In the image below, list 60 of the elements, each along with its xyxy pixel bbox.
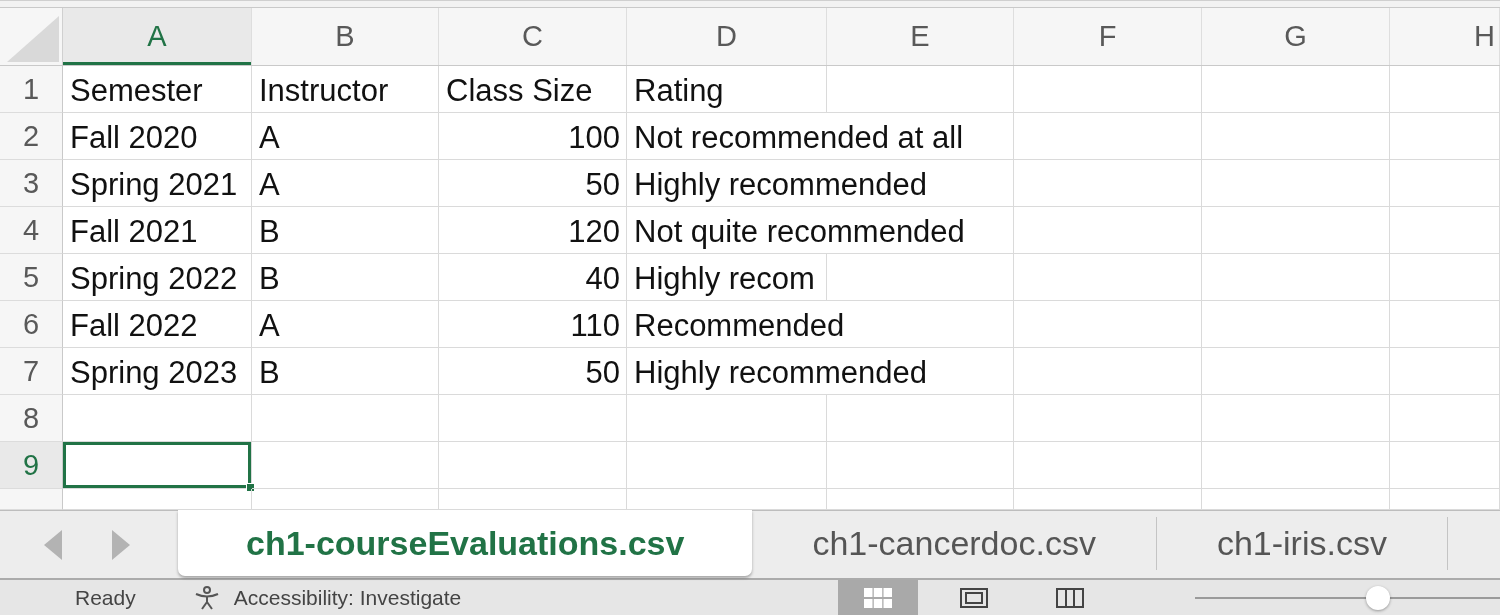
table-cell: Highly recommended [627, 348, 1014, 395]
table-cell: 120 [439, 207, 627, 254]
table-cell: B [252, 254, 439, 301]
row-header[interactable]: 6 [0, 301, 63, 348]
page-icon [960, 587, 988, 608]
slider-thumb[interactable] [1366, 585, 1390, 610]
sheet-tab[interactable]: ch1-iris.csv [1156, 517, 1448, 570]
table-cell: Spring 2021 [63, 160, 252, 207]
table-cell: 110 [439, 301, 627, 348]
table-cell: Not quite recommended [627, 207, 1014, 254]
table-cell: 50 [439, 348, 627, 395]
table-cell: Highly recom [627, 254, 827, 301]
table-cell: B [252, 348, 439, 395]
column-header[interactable]: A [63, 8, 252, 65]
table-cell: Instructor [252, 66, 439, 113]
table-cell: Spring 2023 [63, 348, 252, 395]
table-cell: A [252, 160, 439, 207]
column-header[interactable]: G [1202, 8, 1390, 65]
status-text: Ready [75, 585, 136, 610]
column-header[interactable]: D [627, 8, 827, 65]
table-cell: Rating [627, 66, 827, 113]
fill-handle[interactable] [246, 483, 255, 492]
row-header[interactable] [0, 489, 63, 510]
table-cell: Spring 2022 [63, 254, 252, 301]
table-cell: Recommended [627, 301, 1014, 348]
accessibility-button[interactable]: Accessibility: Investigate [193, 585, 462, 610]
table-cell: Class Size [439, 66, 627, 113]
table-cell: Fall 2020 [63, 113, 252, 160]
column-header[interactable]: C [439, 8, 627, 65]
column-header[interactable]: B [252, 8, 439, 65]
table-cell: Semester [63, 66, 252, 113]
table-cell: 50 [439, 160, 627, 207]
active-cell[interactable] [63, 442, 252, 489]
triangle-icon[interactable] [7, 16, 59, 62]
grid-icon [864, 587, 892, 608]
normal-view-button[interactable] [838, 580, 918, 615]
column-header[interactable]: F [1014, 8, 1202, 65]
row-header[interactable]: 2 [0, 113, 63, 160]
columns-icon [1056, 587, 1084, 608]
table-cell: 100 [439, 113, 627, 160]
person-icon [193, 585, 220, 610]
table-cell: B [252, 207, 439, 254]
row-header[interactable]: 5 [0, 254, 63, 301]
column-header[interactable]: E [827, 8, 1014, 65]
table-cell: Not recommended at all [627, 113, 1014, 160]
table-cell: 40 [439, 254, 627, 301]
row-header[interactable]: 1 [0, 66, 63, 113]
row-header[interactable]: 8 [0, 395, 63, 442]
table-cell: A [252, 113, 439, 160]
column-header[interactable]: H [1390, 8, 1500, 65]
table-cell: Fall 2021 [63, 207, 252, 254]
row-header[interactable]: 3 [0, 160, 63, 207]
sheet-tab[interactable]: ch1-courseEvaluations.csv [178, 510, 753, 576]
sheet-tab[interactable]: ch1-cancerdoc.csv [752, 517, 1157, 570]
row-header[interactable]: 7 [0, 348, 63, 395]
row-header[interactable]: 4 [0, 207, 63, 254]
row-header[interactable]: 9 [0, 442, 63, 489]
table-cell: A [252, 301, 439, 348]
table-cell: Highly recommended [627, 160, 1014, 207]
table-cell: Fall 2022 [63, 301, 252, 348]
